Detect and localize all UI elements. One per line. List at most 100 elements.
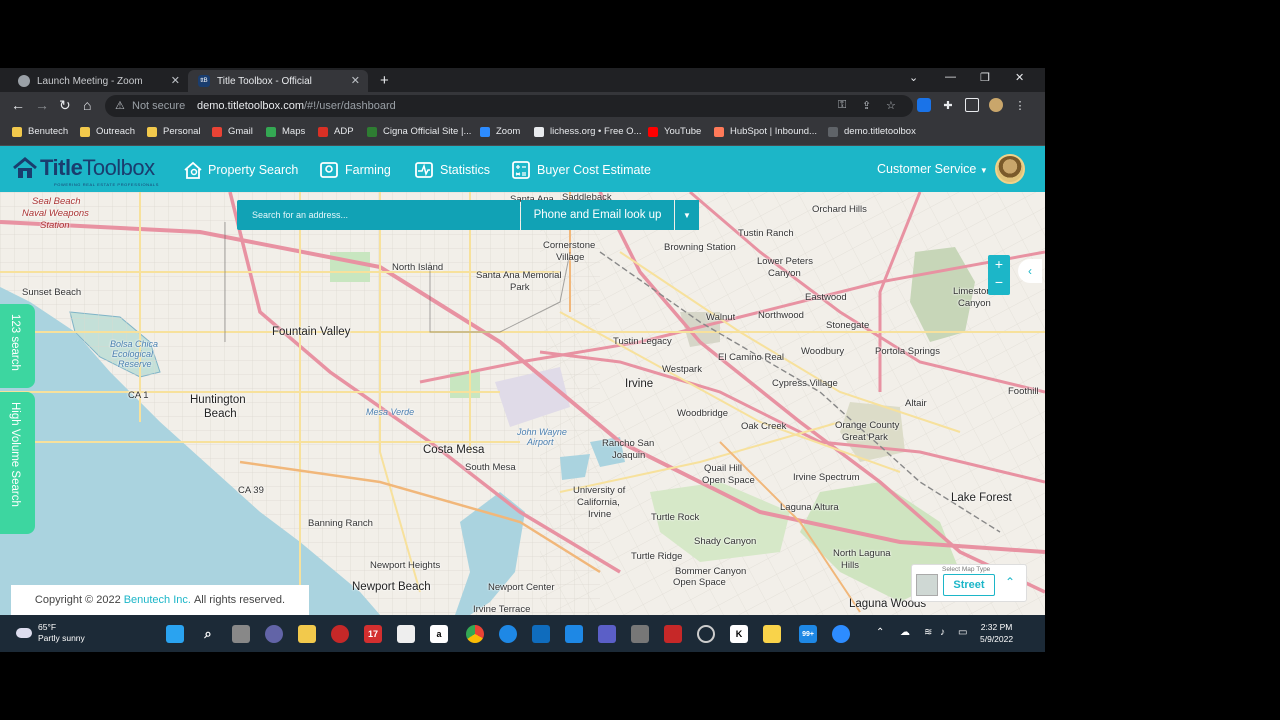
chat-icon[interactable] [265,625,283,643]
store-icon[interactable] [397,625,415,643]
caret-down-icon[interactable]: ▼ [675,200,699,230]
logo-tagline: POWERING REAL ESTATE PROFESSIONALS [54,182,160,187]
titletoolbox-logo[interactable]: TitleToolbox POWERING REAL ESTATE PROFES… [12,155,158,187]
search-icon[interactable]: ⌕ [199,625,217,643]
bookmark-item[interactable]: HubSpot | Inbound... [714,126,817,137]
mail-icon[interactable]: 99+ [799,625,817,643]
outlook-icon[interactable] [532,625,550,643]
zoom-out-button[interactable]: − [988,273,1010,291]
app-k-icon[interactable]: K [730,625,748,643]
weather-widget[interactable]: 65°F Partly sunny [16,622,85,644]
bookmark-item[interactable]: Maps [266,126,305,137]
edge-icon[interactable] [499,625,517,643]
user-avatar[interactable] [995,154,1025,184]
bookmark-label: Benutech [28,126,69,137]
system-clock[interactable]: 2:32 PM 5/9/2022 [980,621,1013,645]
file-explorer-icon[interactable] [298,625,316,643]
star-icon[interactable]: ☆ [886,99,896,112]
chevron-up-icon[interactable]: ⌃ [876,627,884,638]
bookmark-item[interactable]: ADP [318,126,354,137]
cloud-sync-icon[interactable]: ☁ [900,627,910,638]
nav-buyer-cost-estimate[interactable]: Buyer Cost Estimate [511,160,651,180]
nav-farming[interactable]: Farming [319,160,391,180]
tab-titletoolbox[interactable]: ttB Title Toolbox - Official ✕ [188,70,368,92]
amazon-icon[interactable]: a [430,625,448,643]
high-volume-search-tab[interactable]: High Volume Search [0,392,35,534]
bookmark-item[interactable]: Cigna Official Site |... [367,126,471,137]
street-map-button[interactable]: Street [943,574,995,596]
close-icon[interactable]: ✕ [171,74,180,87]
chevron-left-icon[interactable]: ‹ [1018,259,1042,283]
tab-zoom[interactable]: Launch Meeting - Zoom ✕ [8,70,188,92]
bookmark-item[interactable]: demo.titletoolbox [828,126,916,137]
menu-icon[interactable]: ⋮ [1013,98,1027,112]
tab-search-icon[interactable]: ⌄ [909,71,918,84]
security-label[interactable]: Not secure [132,100,185,112]
map-place-label: El Camino Real [718,352,784,363]
close-icon[interactable]: ✕ [351,74,360,87]
share-icon[interactable]: ⇪ [862,99,871,112]
nav-property-search[interactable]: Property Search [183,160,298,180]
zoom-icon[interactable] [832,625,850,643]
address-search-input[interactable]: Search for an address... [237,200,520,230]
nav-statistics[interactable]: Statistics [414,160,490,180]
map-place-label: Eastwood [805,292,847,303]
chevron-up-icon[interactable]: ⌃ [1005,575,1015,589]
bookmark-icon [318,126,328,137]
windows-start-icon[interactable] [166,625,184,643]
bookmark-label: Outreach [96,126,136,137]
calculator-icon[interactable] [631,625,649,643]
map-place-label: Reserve [118,359,152,369]
map-place-label: Sunset Beach [22,287,82,298]
customer-service-dropdown[interactable]: Customer Service ▼ [877,162,988,176]
company-link[interactable]: Benutech Inc. [124,594,191,606]
app-icon[interactable] [331,625,349,643]
wifi-icon[interactable]: ≋ [924,627,932,638]
bookmark-item[interactable]: Benutech [12,126,68,137]
side-panel-icon[interactable] [965,98,979,112]
new-tab-button[interactable]: + [380,72,389,89]
windows-icon[interactable] [565,625,583,643]
tab-strip: Launch Meeting - Zoom ✕ ttB Title Toolbo… [0,68,1045,92]
window-close-button[interactable]: ✕ [1015,71,1024,84]
map-place-label: Hills [841,560,859,571]
bookmark-item[interactable]: YouTube [648,126,701,137]
bookmark-item[interactable]: Personal [147,126,201,137]
map-canvas[interactable]: Seal Beach Naval Weapons Station Sunset Bea… [0,192,1045,615]
url-text[interactable]: demo.titletoolbox.com/#!/user/dashboard [197,100,396,112]
restore-button[interactable]: ❐ [980,71,990,84]
teams-icon[interactable] [598,625,616,643]
map-place-label: Banning Ranch [308,518,373,529]
phone-email-lookup-button[interactable]: Phone and Email look up [521,200,674,230]
home-icon[interactable]: ⌂ [83,98,91,112]
mcafee-icon[interactable] [664,625,682,643]
minimize-button[interactable]: — [945,71,956,83]
puzzle-icon[interactable]: ✚ [941,98,955,112]
bookmark-item[interactable]: Zoom [480,126,520,137]
123-search-tab[interactable]: 123 search [0,304,35,388]
bookmark-item[interactable]: lichess.org • Free O... [534,126,642,137]
zoom-in-button[interactable]: + [988,255,1010,273]
battery-icon[interactable]: ▭ [958,627,967,638]
reload-icon[interactable]: ↻ [59,98,71,112]
sticky-notes-icon[interactable] [763,625,781,643]
speedometer-icon[interactable] [697,625,715,643]
titletoolbox-favicon-icon: ttB [198,75,210,87]
bookmark-item[interactable]: Outreach [80,126,135,137]
calendar-icon[interactable]: 17 [364,625,382,643]
satellite-thumbnail[interactable] [916,574,938,596]
extension-icon[interactable] [917,98,931,112]
bookmark-item[interactable]: Gmail [212,126,253,137]
task-view-icon[interactable] [232,625,250,643]
profile-avatar[interactable] [989,98,1003,112]
chrome-icon[interactable] [466,625,484,643]
forward-arrow-icon[interactable]: → [35,98,49,112]
back-arrow-icon[interactable]: ← [11,98,25,112]
address-bar[interactable]: ⚠ Not secure demo.titletoolbox.com/#!/us… [105,95,913,117]
bookmark-icon [480,126,490,137]
warning-icon[interactable]: ⚠ [115,99,125,112]
key-icon[interactable]: ⚿ [838,99,846,112]
volume-icon[interactable]: ♪ [940,627,945,638]
customer-service-label: Customer Service [877,162,977,176]
side-tab-label: High Volume Search [9,402,21,507]
